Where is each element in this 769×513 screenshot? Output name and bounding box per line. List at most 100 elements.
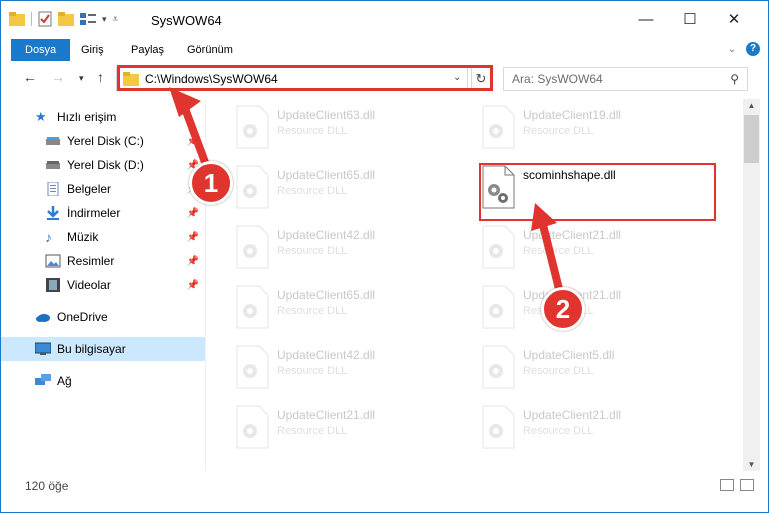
recent-locations-button[interactable]: ▾ bbox=[79, 73, 84, 84]
sidebar-item-label: Resimler bbox=[67, 254, 115, 268]
sidebar-item-this-pc[interactable]: Bu bilgisayar bbox=[1, 337, 205, 361]
dll-file-icon bbox=[236, 405, 269, 449]
file-item[interactable]: UpdateClient65.dll Resource DLL bbox=[223, 281, 458, 335]
file-name: UpdateClient21.dll bbox=[277, 408, 376, 422]
new-folder-icon[interactable] bbox=[58, 12, 74, 26]
network-icon bbox=[35, 374, 51, 385]
close-icon: ✕ bbox=[727, 11, 741, 28]
music-icon: ♪ bbox=[45, 229, 52, 245]
file-item[interactable]: UpdateClient63.dll Resource DLL bbox=[223, 101, 458, 155]
tab-view[interactable]: Görünüm bbox=[177, 39, 243, 61]
file-name: UpdateClient65.dll bbox=[277, 288, 376, 302]
ribbon-tabs: Dosya Giriş Paylaş Görünüm ⌄ ? bbox=[1, 39, 768, 61]
dll-file-icon bbox=[236, 345, 269, 389]
step-badge-1: 1 bbox=[189, 161, 233, 205]
help-icon[interactable]: ? bbox=[746, 42, 760, 56]
view-options-icon[interactable] bbox=[80, 12, 96, 26]
sidebar-item-label: OneDrive bbox=[57, 310, 108, 324]
dll-file-icon bbox=[236, 285, 269, 329]
file-highlight-box bbox=[479, 163, 716, 221]
file-item[interactable]: UpdateClient21.dll Resource DLL bbox=[223, 401, 458, 455]
downloads-icon bbox=[47, 206, 59, 220]
toolbar-separator bbox=[31, 12, 32, 26]
back-button[interactable]: ← bbox=[23, 69, 37, 85]
file-type: Resource DLL bbox=[277, 305, 348, 317]
arrow-left-icon: ← bbox=[23, 69, 37, 85]
properties-icon[interactable] bbox=[38, 11, 52, 27]
file-name: UpdateClient42.dll bbox=[277, 348, 376, 362]
sidebar-item-label: Videolar bbox=[67, 278, 111, 292]
sidebar-item-music[interactable]: ♪ Müzik 📌 bbox=[1, 225, 205, 249]
details-view-icon[interactable] bbox=[720, 479, 734, 491]
file-name: UpdateClient19.dll bbox=[523, 108, 622, 122]
sidebar-item-videos[interactable]: Videolar 📌 bbox=[1, 273, 205, 297]
dll-file-icon bbox=[236, 105, 269, 149]
maximize-icon: ☐ bbox=[683, 11, 697, 28]
file-name: UpdateClient42.dll bbox=[277, 228, 376, 242]
drive-icon bbox=[46, 137, 60, 145]
view-switcher bbox=[720, 479, 754, 491]
tab-share[interactable]: Paylaş bbox=[121, 39, 174, 61]
pin-icon: 📌 bbox=[186, 207, 199, 219]
explorer-window: ▾ ⩡ SysWOW64 — ☐ ✕ Dosya Giriş Paylaş Gö… bbox=[0, 0, 769, 513]
dll-file-icon bbox=[482, 345, 515, 389]
file-item[interactable]: UpdateClient42.dll Resource DLL bbox=[223, 341, 458, 395]
documents-icon bbox=[47, 182, 59, 196]
pin-icon: 📌 bbox=[186, 255, 199, 267]
sidebar-item-label: Ağ bbox=[57, 374, 72, 388]
file-name: UpdateClient5.dll bbox=[523, 348, 615, 362]
file-type: Resource DLL bbox=[277, 425, 348, 437]
file-type: Resource DLL bbox=[277, 185, 348, 197]
file-name: UpdateClient63.dll bbox=[277, 108, 376, 122]
search-placeholder: Ara: SysWOW64 bbox=[512, 72, 603, 86]
file-item[interactable]: UpdateClient5.dll Resource DLL bbox=[469, 341, 704, 395]
up-button[interactable]: ↑ bbox=[97, 69, 104, 85]
expand-ribbon-icon[interactable]: ⌄ bbox=[728, 44, 736, 55]
dll-file-icon bbox=[482, 105, 515, 149]
file-type: Resource DLL bbox=[523, 425, 594, 437]
file-type: Resource DLL bbox=[277, 365, 348, 377]
file-name: UpdateClient65.dll bbox=[277, 168, 376, 182]
scroll-up-icon[interactable]: ▲ bbox=[743, 101, 760, 110]
file-type: Resource DLL bbox=[277, 125, 348, 137]
vertical-scrollbar[interactable]: ▲ ▼ bbox=[743, 99, 760, 471]
dll-file-icon bbox=[482, 405, 515, 449]
sidebar-item-onedrive[interactable]: OneDrive bbox=[1, 305, 205, 329]
scroll-down-icon[interactable]: ▼ bbox=[743, 460, 760, 469]
chevron-down-icon: ▾ bbox=[79, 73, 84, 83]
file-item[interactable]: UpdateClient21.dll Resource DLL bbox=[469, 401, 704, 455]
dll-file-icon bbox=[482, 285, 515, 329]
file-name: UpdateClient21.dll bbox=[523, 408, 622, 422]
window-title: SysWOW64 bbox=[151, 13, 222, 28]
star-icon: ★ bbox=[35, 109, 47, 124]
file-item[interactable]: UpdateClient19.dll Resource DLL bbox=[469, 101, 704, 155]
item-count: 120 öğe bbox=[25, 479, 69, 493]
title-bar: ▾ ⩡ SysWOW64 — ☐ ✕ bbox=[1, 1, 768, 39]
videos-icon bbox=[46, 278, 60, 292]
file-item[interactable]: UpdateClient42.dll Resource DLL bbox=[223, 221, 458, 275]
large-icons-view-icon[interactable] bbox=[740, 479, 754, 491]
step-badge-2: 2 bbox=[541, 287, 585, 331]
sidebar-item-pictures[interactable]: Resimler 📌 bbox=[1, 249, 205, 273]
chevron-down-icon[interactable]: ▾ bbox=[102, 14, 107, 25]
tab-home[interactable]: Giriş bbox=[71, 39, 114, 61]
forward-button[interactable]: → bbox=[51, 69, 65, 85]
file-item[interactable]: UpdateClient65.dll Resource DLL bbox=[223, 161, 458, 215]
tab-file[interactable]: Dosya bbox=[11, 39, 71, 61]
close-button[interactable]: ✕ bbox=[719, 7, 749, 33]
maximize-button[interactable]: ☐ bbox=[675, 7, 705, 33]
customize-toolbar-icon[interactable]: ⩡ bbox=[113, 14, 119, 25]
sidebar-item-network[interactable]: Ağ bbox=[1, 369, 205, 393]
sidebar-item-label: İndirmeler bbox=[67, 206, 121, 220]
arrow-up-icon: ↑ bbox=[97, 69, 104, 85]
sidebar-item-label: Hızlı erişim bbox=[57, 110, 117, 124]
sidebar-item-label: Belgeler bbox=[67, 182, 112, 196]
sidebar-item-downloads[interactable]: İndirmeler 📌 bbox=[1, 201, 205, 225]
sidebar-item-label: Bu bilgisayar bbox=[57, 342, 126, 356]
pictures-icon bbox=[45, 254, 61, 268]
scroll-thumb[interactable] bbox=[744, 115, 759, 163]
file-type: Resource DLL bbox=[523, 365, 594, 377]
search-input[interactable]: Ara: SysWOW64 ⚲ bbox=[503, 67, 748, 91]
minimize-button[interactable]: — bbox=[631, 7, 661, 33]
sidebar-item-label: Müzik bbox=[67, 230, 99, 244]
